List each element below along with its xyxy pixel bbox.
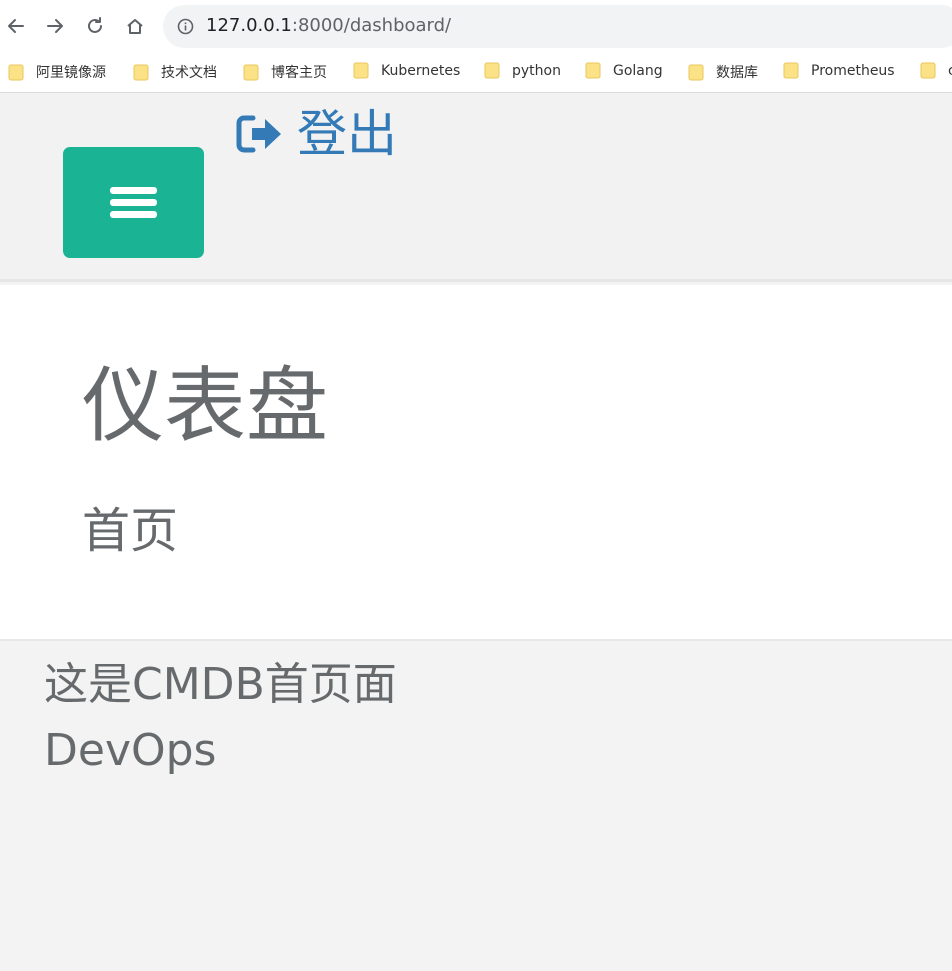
- bookmark-item[interactable]: Prometheus: [783, 62, 895, 79]
- bookmark-label: Kubernetes: [381, 62, 461, 79]
- info-icon[interactable]: [177, 18, 194, 35]
- folder-icon: [920, 62, 936, 79]
- folder-icon: [8, 64, 24, 80]
- bookmark-label: c: [948, 63, 952, 79]
- reload-icon[interactable]: [81, 12, 109, 40]
- menu-toggle-button[interactable]: [63, 147, 204, 258]
- logout-label: 登出: [297, 105, 397, 163]
- bookmark-label: Prometheus: [811, 62, 895, 79]
- folder-icon: [353, 62, 369, 79]
- folder-icon: [484, 62, 500, 79]
- back-arrow-icon[interactable]: [2, 12, 30, 40]
- page-heading-panel: 仪表盘 首页: [0, 285, 952, 641]
- breadcrumb-home[interactable]: 首页: [82, 501, 178, 561]
- url-host: 127.0.0.1: [206, 15, 292, 36]
- bookmark-item[interactable]: Golang: [585, 62, 663, 79]
- logout-link[interactable]: 登出: [235, 102, 397, 166]
- url-path: :8000/dashboard/: [291, 15, 452, 36]
- bookmark-item[interactable]: 阿里镜像源: [8, 62, 106, 82]
- bookmark-label: python: [512, 62, 561, 79]
- folder-icon: [133, 64, 149, 80]
- main-content: 这是CMDB首页面 DevOps: [44, 652, 397, 784]
- address-bar[interactable]: 127.0.0.1:8000/dashboard/: [163, 5, 952, 48]
- url-text[interactable]: 127.0.0.1:8000/dashboard/: [206, 15, 451, 36]
- bookmark-label: 技术文档: [161, 65, 217, 81]
- folder-icon: [688, 64, 704, 80]
- bookmark-label: 博客主页: [271, 65, 327, 81]
- bookmark-item[interactable]: c: [920, 62, 952, 79]
- hamburger-icon: [110, 182, 157, 223]
- bookmark-item[interactable]: Kubernetes: [353, 62, 460, 79]
- page-title: 仪表盘: [82, 359, 329, 454]
- bookmark-label: 数据库: [716, 65, 758, 81]
- content-text-line: DevOps: [44, 725, 217, 776]
- browser-toolbar: 127.0.0.1:8000/dashboard/: [0, 0, 952, 53]
- bookmark-label: Golang: [613, 62, 663, 79]
- top-navbar: 登出: [0, 94, 952, 282]
- sign-out-icon: [236, 115, 281, 153]
- bookmark-item[interactable]: 技术文档: [133, 62, 217, 82]
- home-icon[interactable]: [121, 12, 149, 40]
- bookmark-item[interactable]: 博客主页: [243, 62, 327, 82]
- folder-icon: [243, 64, 259, 80]
- folder-icon: [783, 62, 799, 79]
- bookmark-item[interactable]: 数据库: [688, 62, 758, 82]
- forward-arrow-icon[interactable]: [41, 12, 69, 40]
- content-text-line: 这是CMDB首页面: [44, 659, 397, 710]
- folder-icon: [585, 62, 601, 79]
- bookmark-label: 阿里镜像源: [36, 65, 106, 81]
- bookmarks-bar: 阿里镜像源 技术文档 博客主页 Kubernetes python Golang…: [0, 53, 952, 93]
- bookmark-item[interactable]: python: [484, 62, 561, 79]
